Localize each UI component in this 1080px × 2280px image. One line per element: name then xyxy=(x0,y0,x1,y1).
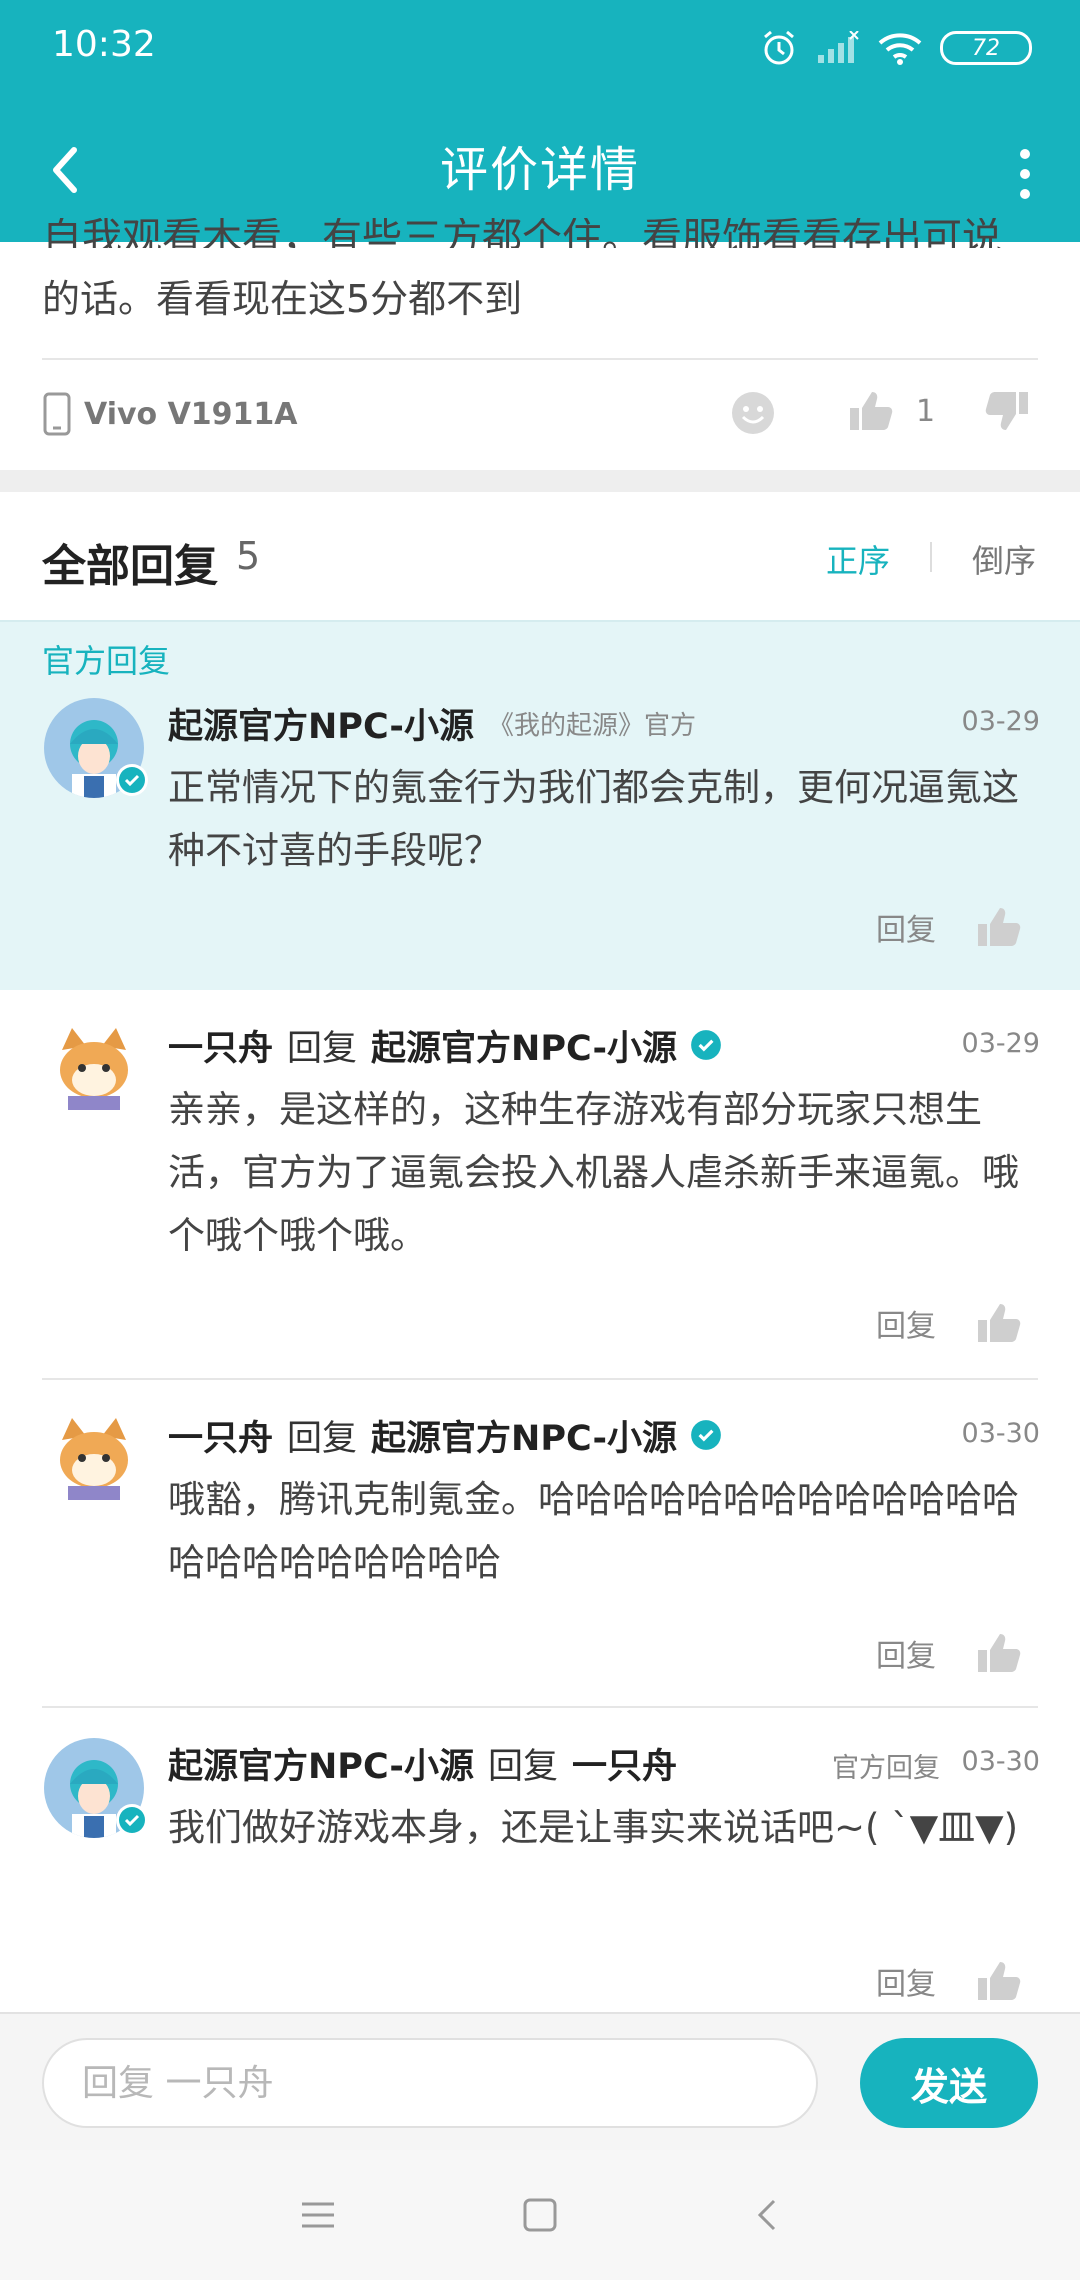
reply-author[interactable]: 起源官方NPC-小源 xyxy=(168,698,474,749)
reply-date: 03-29 xyxy=(961,1028,1040,1059)
official-reply-section: 官方回复 起源官方NPC-小源 《我的起源》官方 03-29 正常情况下的氪金行… xyxy=(0,620,1080,990)
reply-body: 亲亲，是这样的，这种生存游戏有部分玩家只想生活，官方为了逼氪会投入机器人虐杀新手… xyxy=(168,1088,1019,1257)
avatar-shiba-dog-icon xyxy=(44,1020,144,1120)
nav-home-button[interactable] xyxy=(505,2180,575,2250)
sort-ascending-tab[interactable]: 正序 xyxy=(826,536,890,582)
reply-date: 03-30 xyxy=(961,1746,1040,1777)
reply-date: 03-30 xyxy=(961,1418,1040,1449)
wifi-icon xyxy=(878,33,922,65)
avatar[interactable] xyxy=(44,1020,144,1120)
avatar[interactable] xyxy=(44,1410,144,1510)
smiley-icon xyxy=(732,392,774,434)
nav-menu-button[interactable] xyxy=(283,2180,353,2250)
status-time: 10:32 xyxy=(52,24,156,65)
reply-author[interactable]: 一只舟 xyxy=(168,1020,273,1071)
reply-target[interactable]: 起源官方NPC-小源 xyxy=(371,1410,677,1461)
thumbs-up-icon[interactable] xyxy=(976,1958,1022,2004)
replies-header: 全部回复 5 正序 倒序 xyxy=(0,492,1080,620)
reply-author[interactable]: 一只舟 xyxy=(168,1410,273,1461)
official-reply-tag: 官方回复 xyxy=(42,642,171,680)
page-title: 评价详情 xyxy=(439,142,640,198)
device-info: Vivo V1911A xyxy=(42,392,298,436)
reply-header: 起源官方NPC-小源 《我的起源》官方 03-29 xyxy=(168,698,1040,748)
more-vertical-icon xyxy=(1020,149,1030,199)
thumbs-up-icon[interactable] xyxy=(976,1300,1022,1346)
verified-check-icon xyxy=(691,1420,721,1450)
reply-body: 正常情况下的氪金行为我们都会克制，更何况逼氪这种不讨喜的手段呢？ xyxy=(168,766,1019,872)
thumbs-up-icon[interactable] xyxy=(976,904,1022,950)
signal-icon xyxy=(818,31,859,63)
reply-word: 回复 xyxy=(487,1746,558,1787)
divider xyxy=(42,1378,1038,1380)
status-icons: 72 xyxy=(760,24,1032,72)
reply-button[interactable]: 回复 xyxy=(876,1631,936,1675)
review-like-button[interactable]: 1 xyxy=(848,388,935,434)
review-text: 的话。看看现在这5分都不到 xyxy=(42,277,523,321)
official-reply-badge: 官方回复 xyxy=(832,1753,940,1784)
reply-target[interactable]: 一只舟 xyxy=(572,1738,677,1789)
replies-title: 全部回复 xyxy=(42,541,218,592)
back-chevron-icon xyxy=(757,2199,776,2231)
nav-back-button[interactable] xyxy=(733,2180,803,2250)
section-separator xyxy=(0,470,1080,492)
divider xyxy=(42,358,1038,360)
review-footer: Vivo V1911A 1 xyxy=(42,388,1038,444)
divider xyxy=(42,1706,1038,1708)
verified-badge xyxy=(116,1804,148,1836)
reply-target[interactable]: 起源官方NPC-小源 xyxy=(371,1020,677,1071)
more-menu-button[interactable] xyxy=(1000,136,1050,206)
reply-actions: 回复 xyxy=(876,1300,1022,1346)
replies-count: 5 xyxy=(236,534,261,578)
home-square-icon xyxy=(523,2198,557,2232)
reply-header: 起源官方NPC-小源 回复 一只舟 官方回复 03-30 xyxy=(168,1738,1040,1788)
avatar[interactable] xyxy=(44,698,148,798)
reply-actions: 回复 xyxy=(876,1630,1022,1676)
reply-actions: 回复 xyxy=(876,904,1022,950)
verified-check-icon xyxy=(119,767,145,793)
reply-input-bar: 发送 xyxy=(0,2012,1080,2150)
reply-author[interactable]: 起源官方NPC-小源 xyxy=(168,1738,474,1789)
emoji-reaction-button[interactable] xyxy=(730,390,776,440)
sort-divider xyxy=(930,542,932,572)
menu-icon xyxy=(302,2202,334,2228)
phone-icon xyxy=(43,392,71,436)
verified-badge xyxy=(116,764,148,796)
reply-button[interactable]: 回复 xyxy=(876,1959,936,2003)
review-text-cut: 自我观看木看，有些三方都个住。看服饰看看存出可说之 xyxy=(42,218,1002,248)
like-count: 1 xyxy=(916,393,936,429)
reply-word: 回复 xyxy=(287,1028,358,1069)
reply-body: 我们做好游戏本身，还是让事实来说话吧~( ˋ▼皿▼) xyxy=(168,1806,1019,1849)
review-dislike-button[interactable] xyxy=(984,388,1030,438)
reply-button[interactable]: 回复 xyxy=(876,1301,936,1345)
reply-word: 回复 xyxy=(287,1418,358,1459)
alarm-icon xyxy=(764,30,794,65)
thumbs-up-icon[interactable] xyxy=(976,1630,1022,1676)
reply-date: 03-29 xyxy=(961,706,1040,737)
thumbs-up-icon xyxy=(850,392,893,430)
sort-descending-tab[interactable]: 倒序 xyxy=(972,536,1036,582)
device-name: Vivo V1911A xyxy=(84,396,298,432)
send-button[interactable]: 发送 xyxy=(860,2038,1038,2128)
reply-author-subtitle: 《我的起源》官方 xyxy=(487,710,696,741)
reply-body: 哦豁，腾讯克制氪金。哈哈哈哈哈哈哈哈哈哈哈哈哈哈哈哈哈哈哈哈哈哈 xyxy=(168,1478,1019,1584)
reply-header: 一只舟 回复 起源官方NPC-小源 03-30 xyxy=(168,1410,1040,1460)
avatar-shiba-dog-icon xyxy=(44,1410,144,1510)
battery-indicator: 72 xyxy=(940,31,1032,65)
thumbs-down-icon xyxy=(985,392,1028,430)
avatar[interactable] xyxy=(44,1738,148,1838)
reply-header: 一只舟 回复 起源官方NPC-小源 03-29 xyxy=(168,1020,1040,1070)
reply-button[interactable]: 回复 xyxy=(876,905,936,949)
reply-actions: 回复 xyxy=(876,1958,1022,2004)
status-bar: 10:32 72 xyxy=(0,0,1080,96)
verified-check-icon xyxy=(691,1030,721,1060)
system-nav-bar xyxy=(0,2150,1080,2280)
verified-check-icon xyxy=(119,1807,145,1833)
reply-input[interactable] xyxy=(42,2038,818,2128)
